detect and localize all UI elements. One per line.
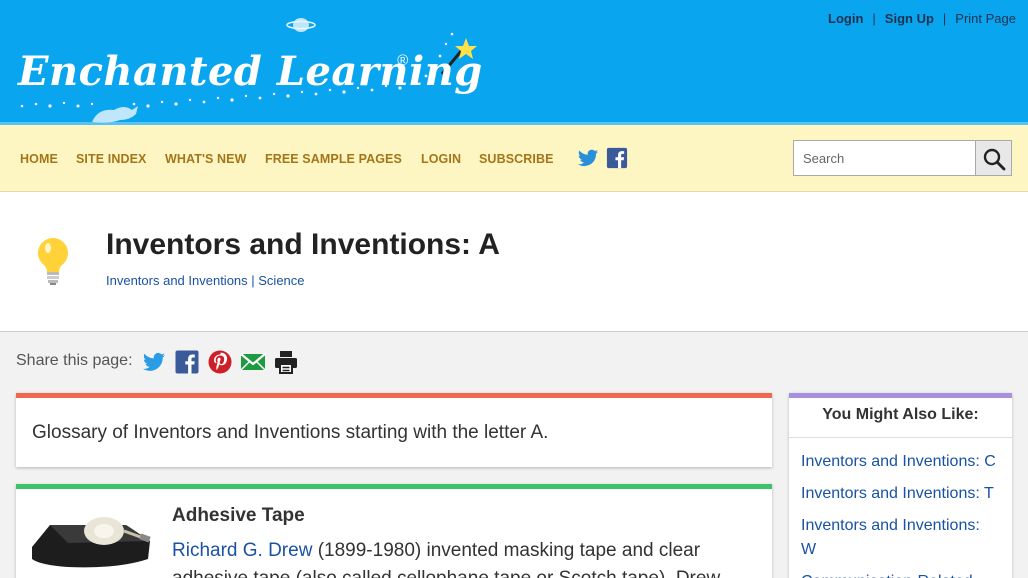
entry-text-2: adhesive tape (also called cellophane ta… [172,568,720,578]
search-icon [983,148,1006,171]
entry-body: Richard G. Drew (1899-1980) invented mas… [172,537,762,578]
breadcrumb: Inventors and Inventions | Science [106,273,305,288]
top-links: Login | Sign Up | Print Page [828,11,1016,26]
page-title: Inventors and Inventions: A [106,228,500,261]
related-link[interactable]: Inventors and Inventions: W [801,514,991,562]
print-page-link[interactable]: Print Page [955,11,1016,26]
facebook-icon[interactable] [606,147,628,169]
separator: | [942,11,947,26]
inventor-link[interactable]: Richard G. Drew [172,540,312,561]
nav-free-sample-pages[interactable]: FREE SAMPLE PAGES [265,152,402,166]
breadcrumb-inventors[interactable]: Inventors and Inventions [106,273,248,288]
tape-dispenser-image [32,517,151,568]
search-button[interactable] [975,140,1012,176]
site-logo[interactable]: Enchanted Learning ® [14,14,484,126]
search-input[interactable]: Search [793,140,976,176]
logo-registered-mark: ® [397,52,409,69]
print-icon[interactable] [273,350,299,374]
title-strip: Inventors and Inventions: A Inventors an… [0,192,1028,332]
related-link[interactable]: Communication-Related [801,570,1006,578]
nav-login[interactable]: LOGIN [421,152,461,166]
breadcrumb-science[interactable]: Science [258,273,304,288]
breadcrumb-separator: | [247,273,259,288]
related-link[interactable]: Inventors and Inventions: C [801,450,1006,474]
email-icon[interactable] [240,350,266,374]
facebook-icon[interactable] [174,350,200,374]
intro-card: Glossary of Inventors and Inventions sta… [16,393,772,467]
intro-text: Glossary of Inventors and Inventions sta… [32,422,549,443]
twitter-icon[interactable] [577,147,599,169]
pinterest-icon[interactable] [207,350,233,374]
nav-home[interactable]: HOME [20,152,58,166]
login-link[interactable]: Login [828,11,863,26]
related-link[interactable]: Inventors and Inventions: T [801,482,1006,506]
share-label: Share this page: [16,352,133,369]
lightbulb-icon [38,238,68,285]
signup-link[interactable]: Sign Up [885,11,934,26]
related-sidebar: You Might Also Like: Inventors and Inven… [789,393,1012,578]
entry-title: Adhesive Tape [172,505,305,526]
twitter-icon[interactable] [141,350,167,374]
site-header: Enchanted Learning ® Login | Sign Up | Print… [0,0,1028,125]
nav-subscribe[interactable]: SUBSCRIBE [479,152,554,166]
nav-site-index[interactable]: SITE INDEX [76,152,146,166]
logo-text: Enchanted Learning [18,48,483,95]
nav-whats-new[interactable]: WHAT'S NEW [165,152,247,166]
entry-card: Adhesive Tape Richard G. Drew (1899-1980… [16,484,772,578]
separator: | [872,11,876,26]
entry-text-1: (1899-1980) invented masking tape and cl… [312,540,701,561]
sidebar-title: You Might Also Like: [789,398,1012,438]
main-nav: HOME SITE INDEX WHAT'S NEW FREE SAMPLE P… [0,125,1028,192]
